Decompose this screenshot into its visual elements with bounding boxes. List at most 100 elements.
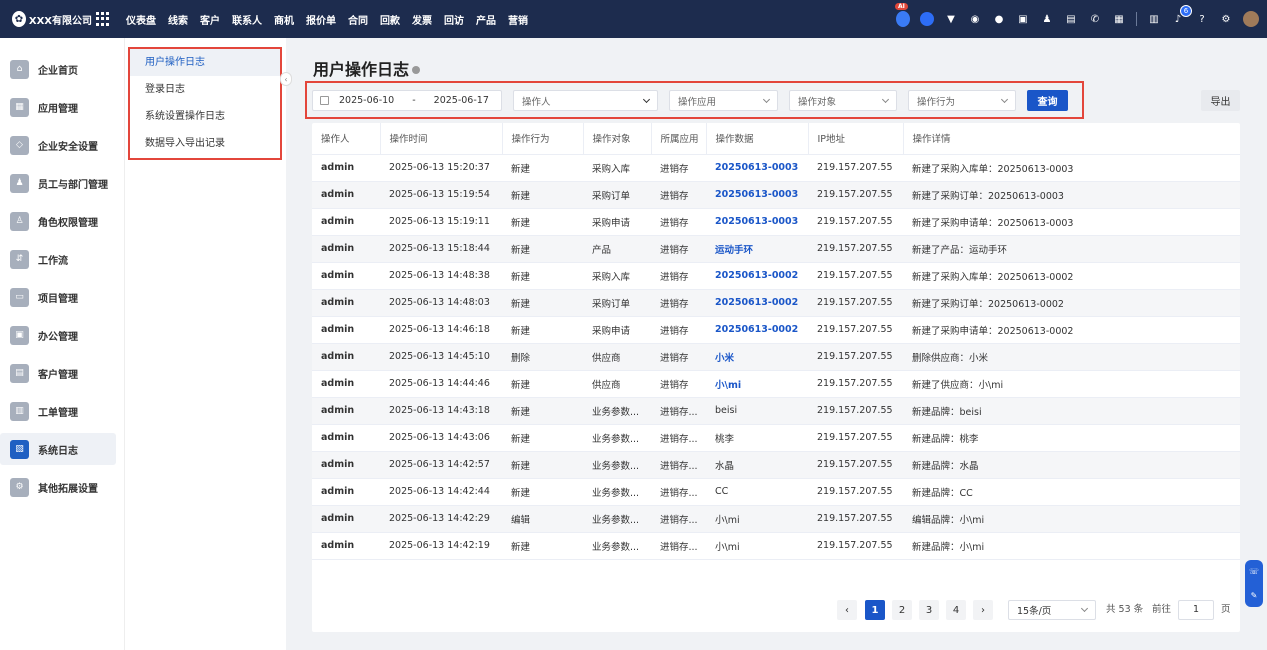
operation-data-link[interactable]: 20250613-0003 <box>706 181 808 209</box>
operation-data-link[interactable]: 20250613-0003 <box>706 208 808 236</box>
prev-page-button[interactable]: ‹ <box>837 600 857 620</box>
chevron-down-icon <box>881 95 890 103</box>
column-header: 操作人 <box>312 123 381 155</box>
nav-customers[interactable]: 客户 <box>194 12 226 27</box>
filter-bar: 2025-06-10 - 2025-06-17 操作人 操作应用 操作对象 操作… <box>312 90 1068 111</box>
sidebar-item-home[interactable]: ⌂ 企业首页 <box>0 53 116 85</box>
nav-followups[interactable]: 回访 <box>438 12 470 27</box>
app-grid-icon[interactable] <box>96 12 110 26</box>
nav-payments[interactable]: 回款 <box>374 12 406 27</box>
chat-icon[interactable] <box>920 12 934 26</box>
feedback-icon[interactable]: ✎ <box>1251 591 1258 600</box>
operator-select[interactable]: 操作人 <box>513 90 658 111</box>
sidebar-item-roles[interactable]: ♙ 角色权限管理 <box>0 205 116 237</box>
sidebar-item-projects[interactable]: ▭ 项目管理 <box>0 281 116 313</box>
checkbox-icon[interactable]: ▣ <box>1016 12 1030 26</box>
document-icon[interactable]: ▤ <box>1064 12 1078 26</box>
operation-data-link[interactable]: 20250613-0002 <box>706 289 808 317</box>
nav-contracts[interactable]: 合同 <box>342 12 374 27</box>
customer-service-icon[interactable]: ☏ <box>1249 567 1259 576</box>
settings-icon: ⚙ <box>10 477 29 497</box>
shield-icon: ◇ <box>10 135 29 155</box>
top-nav: 仪表盘 线索 客户 联系人 商机 报价单 合同 回款 发票 回访 产品 营销 <box>120 12 534 27</box>
page-size-value: 15条/页 <box>1017 606 1052 617</box>
sidebar-item-other-settings[interactable]: ⚙ 其他拓展设置 <box>0 471 116 503</box>
table-cell: admin <box>312 424 380 452</box>
nav-products[interactable]: 产品 <box>470 12 502 27</box>
next-page-button[interactable]: › <box>973 600 993 620</box>
goto-page-input[interactable]: 1 <box>1178 600 1214 620</box>
brand[interactable]: ✿ XXX有限公司 <box>0 11 92 27</box>
help-icon[interactable]: ? <box>1195 12 1209 26</box>
sidebar-item-customers[interactable]: ▤ 客户管理 <box>0 357 116 389</box>
export-button[interactable]: 导出 <box>1201 90 1240 111</box>
ticket-icon: ▥ <box>10 401 29 421</box>
table-cell: admin <box>312 154 380 182</box>
sidebar-item-workflow[interactable]: ⇵ 工作流 <box>0 243 116 275</box>
table-cell: 新建品牌：桃李 <box>903 424 1240 452</box>
page-button-1[interactable]: 1 <box>865 600 885 620</box>
submenu-item-settings-log[interactable]: 系统设置操作日志 <box>130 103 280 130</box>
table-cell: 新建了采购入库单：20250613-0003 <box>903 154 1240 182</box>
operation-data-link[interactable]: 20250613-0003 <box>706 154 808 182</box>
object-select[interactable]: 操作对象 <box>789 90 897 111</box>
avatar[interactable] <box>1243 11 1259 27</box>
trophy-icon[interactable]: ▼ <box>944 12 958 26</box>
table-cell: 2025-06-13 14:48:38 <box>380 262 502 290</box>
gear-icon[interactable]: ⚙ <box>1219 12 1233 26</box>
operation-data-link[interactable]: 运动手环 <box>706 235 808 263</box>
sidebar-item-tickets[interactable]: ▥ 工单管理 <box>0 395 116 427</box>
sidebar-item-security[interactable]: ◇ 企业安全设置 <box>0 129 116 161</box>
phone-icon[interactable]: ✆ <box>1088 12 1102 26</box>
page-button-3[interactable]: 3 <box>919 600 939 620</box>
total-count: 共 53 条 <box>1106 604 1144 615</box>
submenu-item-import-export-log[interactable]: 数据导入导出记录 <box>130 130 280 157</box>
page-button-2[interactable]: 2 <box>892 600 912 620</box>
submenu-item-login-log[interactable]: 登录日志 <box>130 76 280 103</box>
notification-badge: 6 <box>1180 5 1192 17</box>
action-select[interactable]: 操作行为 <box>908 90 1016 111</box>
operation-data-link[interactable]: 20250613-0002 <box>706 262 808 290</box>
query-button[interactable]: 查询 <box>1027 90 1068 111</box>
sidebar-item-label: 员工与部门管理 <box>38 179 108 191</box>
user-icon[interactable]: ♟ <box>1040 12 1054 26</box>
operation-data-link[interactable]: 小米 <box>706 343 808 371</box>
page-size-select[interactable]: 15条/页 <box>1008 600 1096 620</box>
globe-icon[interactable]: ● <box>992 12 1006 26</box>
calendar-icon[interactable]: ▦ <box>1112 12 1126 26</box>
table-cell: 2025-06-13 14:42:57 <box>380 451 502 479</box>
nav-leads[interactable]: 线索 <box>162 12 194 27</box>
date-range-picker[interactable]: 2025-06-10 - 2025-06-17 <box>312 90 502 111</box>
bell-icon[interactable]: ♪ 6 <box>1171 5 1192 26</box>
top-toolbar: AI ▼ ◉ ● ▣ ♟ ▤ ✆ ▦ ▥ ♪ 6 ? ⚙ <box>886 0 1259 38</box>
sidebar-item-system-log[interactable]: ▧ 系统日志 <box>0 433 116 465</box>
operation-data-link[interactable]: 20250613-0002 <box>706 316 808 344</box>
ai-assistant-icon[interactable]: AI <box>895 3 910 27</box>
report-icon[interactable]: ▥ <box>1147 12 1161 26</box>
briefcase-icon: ▣ <box>10 325 29 345</box>
page-button-4[interactable]: 4 <box>946 600 966 620</box>
help-circle-icon[interactable] <box>412 66 421 74</box>
table-cell: 219.157.207.55 <box>808 397 903 425</box>
table-cell: 业务参数... <box>583 451 651 479</box>
nav-marketing[interactable]: 营销 <box>502 12 534 27</box>
table-cell: 采购入库 <box>583 262 651 290</box>
operation-data-link[interactable]: 小\mi <box>706 370 808 398</box>
nav-quotes[interactable]: 报价单 <box>300 12 342 27</box>
table-cell: 新建了采购申请单：20250613-0003 <box>903 208 1240 236</box>
table-cell: 进销存... <box>651 532 706 560</box>
app-select[interactable]: 操作应用 <box>669 90 778 111</box>
nav-dashboard[interactable]: 仪表盘 <box>120 12 162 27</box>
nav-invoices[interactable]: 发票 <box>406 12 438 27</box>
submenu-item-user-operation-log[interactable]: 用户操作日志 <box>130 49 280 76</box>
column-header: 所属应用 <box>651 123 707 155</box>
compass-icon[interactable]: ◉ <box>968 12 982 26</box>
nav-contacts[interactable]: 联系人 <box>226 12 268 27</box>
nav-opportunities[interactable]: 商机 <box>268 12 300 27</box>
table-cell: 2025-06-13 14:42:29 <box>380 505 502 533</box>
collapse-submenu-button[interactable]: ‹ <box>280 72 292 86</box>
sidebar-item-office[interactable]: ▣ 办公管理 <box>0 319 116 351</box>
sidebar-item-apps[interactable]: ▦ 应用管理 <box>0 91 116 123</box>
sidebar-item-staff[interactable]: ♟ 员工与部门管理 <box>0 167 116 199</box>
table-cell: 新建 <box>502 235 583 263</box>
